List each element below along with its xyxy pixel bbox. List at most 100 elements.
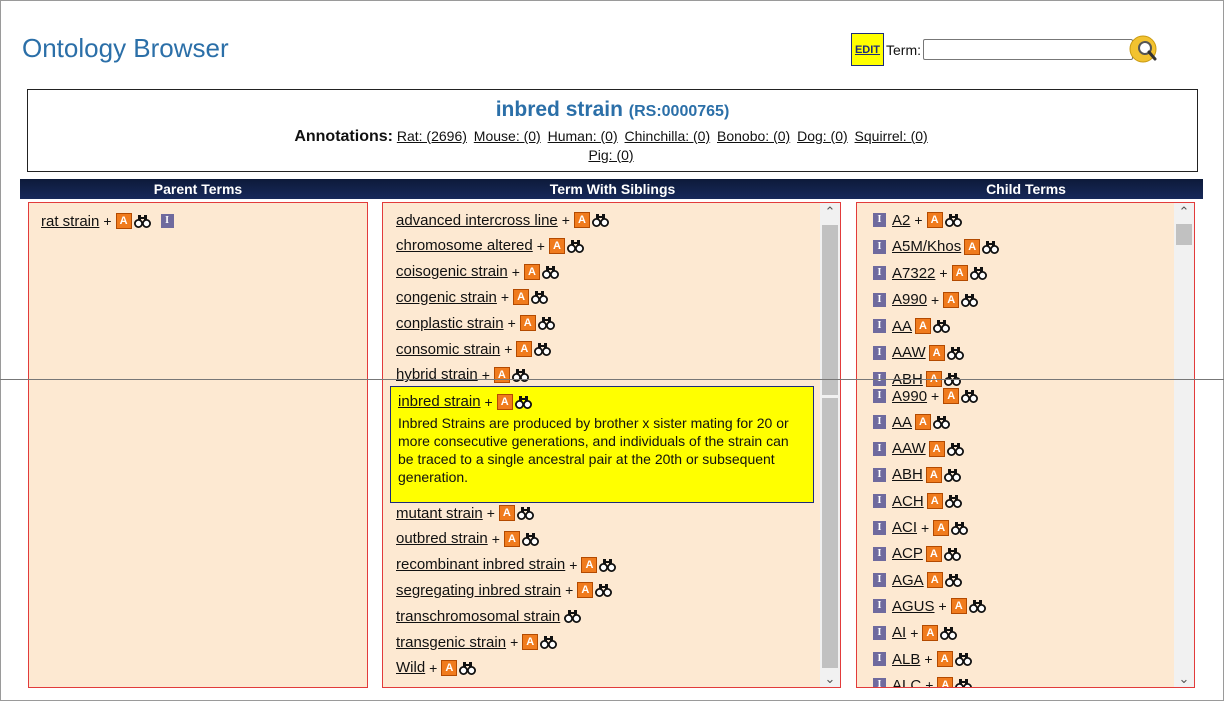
binoculars-icon[interactable] [599,558,617,572]
annotation-icon[interactable]: A [581,556,598,573]
child-term-link[interactable]: A7322 [892,265,935,282]
expand-plus[interactable]: + [504,341,512,357]
annotation-link-rat[interactable]: Rat: (2696) [397,128,467,144]
expand-plus[interactable]: + [537,238,545,254]
annotation-icon[interactable]: A [503,530,520,547]
info-icon[interactable]: I [873,239,886,254]
sibling-term-link[interactable]: outbred strain [396,530,488,547]
info-icon[interactable]: I [873,415,886,430]
sibling-term-link[interactable]: chromosome altered [396,237,533,254]
annotation-icon[interactable]: A [519,315,536,332]
scroll-down-arrow-icon[interactable]: ⌄ [1174,670,1194,687]
child-term-link[interactable]: A2 [892,212,910,229]
expand-plus[interactable]: + [910,625,918,641]
binoculars-icon[interactable] [595,583,613,598]
binoculars-icon[interactable] [951,521,969,535]
child-term-link[interactable]: ACP [892,545,923,562]
expand-plus[interactable]: + [429,660,437,676]
expand-plus[interactable]: + [565,582,573,598]
binoculars-icon[interactable] [564,609,582,624]
binoculars-icon[interactable] [521,532,539,546]
annotation-icon[interactable]: A [950,598,967,615]
binoculars-icon[interactable] [955,678,973,687]
info-icon[interactable]: I [873,520,886,535]
binoculars-icon[interactable] [591,213,609,227]
binoculars-icon[interactable] [459,661,477,675]
expand-plus[interactable]: + [492,531,500,547]
expand-plus[interactable]: + [510,634,518,650]
binoculars-icon[interactable] [540,635,558,649]
annotation-icon[interactable]: A [915,318,932,334]
annotation-icon[interactable]: A [926,493,943,510]
annotation-icon[interactable]: A [523,263,540,280]
annotation-icon[interactable]: A [915,414,932,431]
expand-plus[interactable]: + [931,292,939,308]
binoculars-icon[interactable] [943,547,961,561]
child-term-link[interactable]: A990 [892,291,927,308]
annotation-icon[interactable]: A [496,393,513,410]
expand-plus[interactable]: + [487,505,495,521]
annotation-icon[interactable]: A [943,291,960,308]
sibling-term-link[interactable]: recombinant inbred strain [396,556,565,573]
info-icon[interactable]: I [873,652,886,666]
child-term-link[interactable]: ACI [892,519,917,536]
sibling-term-link[interactable]: segregating inbred strain [396,582,561,599]
info-icon[interactable]: I [160,214,174,228]
binoculars-icon[interactable] [982,240,1000,254]
binoculars-icon[interactable] [946,346,964,360]
annotation-link-dog[interactable]: Dog: (0) [797,128,848,144]
annotation-icon[interactable]: A [513,289,530,306]
child-term-link[interactable]: ALC [892,677,921,687]
expand-plus[interactable]: + [924,651,932,667]
child-term-link[interactable]: AI [892,624,906,641]
binoculars-icon[interactable] [566,239,584,253]
expand-plus[interactable]: + [103,213,111,229]
info-icon[interactable]: I [873,319,886,333]
binoculars-icon[interactable] [534,342,552,356]
annotation-icon[interactable]: A [928,344,945,361]
annotation-icon[interactable]: A [926,572,943,589]
sibling-term-link[interactable]: advanced intercross line [396,212,558,229]
expand-plus[interactable]: + [939,598,947,614]
info-icon[interactable]: I [873,345,886,360]
expand-plus[interactable]: + [925,677,933,687]
edit-button[interactable]: EDIT [851,33,884,66]
info-icon[interactable]: I [873,467,886,482]
annotation-icon[interactable]: A [441,659,458,676]
info-icon[interactable]: I [873,213,886,227]
child-term-link[interactable]: AGA [892,572,924,589]
scroll-thumb[interactable] [822,225,838,395]
binoculars-icon[interactable] [954,652,972,666]
annotation-icon[interactable]: A [937,677,954,687]
info-icon[interactable]: I [873,573,886,588]
info-icon[interactable]: I [873,599,886,614]
expand-plus[interactable]: + [931,388,939,404]
annotation-icon[interactable]: A [943,388,960,404]
binoculars-icon[interactable] [944,494,962,509]
scroll-up-arrow-icon[interactable]: ⌃ [1174,203,1194,220]
scroll-thumb[interactable] [822,398,838,668]
annotation-icon[interactable]: A [926,212,943,228]
binoculars-icon[interactable] [944,213,962,227]
annotation-icon[interactable]: A [951,265,968,281]
child-term-link[interactable]: ABH [892,466,923,483]
binoculars-icon[interactable] [933,415,951,430]
info-icon[interactable]: I [873,292,886,307]
child-term-link[interactable]: AGUS [892,598,935,615]
annotation-icon[interactable]: A [936,651,953,667]
sibling-term-link[interactable]: hybrid strain [396,366,478,383]
sibling-term-link[interactable]: conplastic strain [396,315,504,332]
annotation-link-bonobo[interactable]: Bonobo: (0) [717,128,790,144]
binoculars-icon[interactable] [516,506,534,520]
annotation-link-squirrel[interactable]: Squirrel: (0) [855,128,928,144]
expand-plus[interactable]: + [501,289,509,305]
annotation-link-pig[interactable]: Pig: (0) [588,147,633,163]
parent-term-link[interactable]: rat strain [41,213,99,230]
child-term-link[interactable]: AAW [892,440,926,457]
annotation-link-human[interactable]: Human: (0) [548,128,618,144]
expand-plus[interactable]: + [508,315,516,331]
annotation-icon[interactable]: A [928,440,945,457]
child-term-link[interactable]: ACH [892,493,924,510]
annotation-icon[interactable]: A [493,366,510,383]
binoculars-icon[interactable] [514,395,532,409]
